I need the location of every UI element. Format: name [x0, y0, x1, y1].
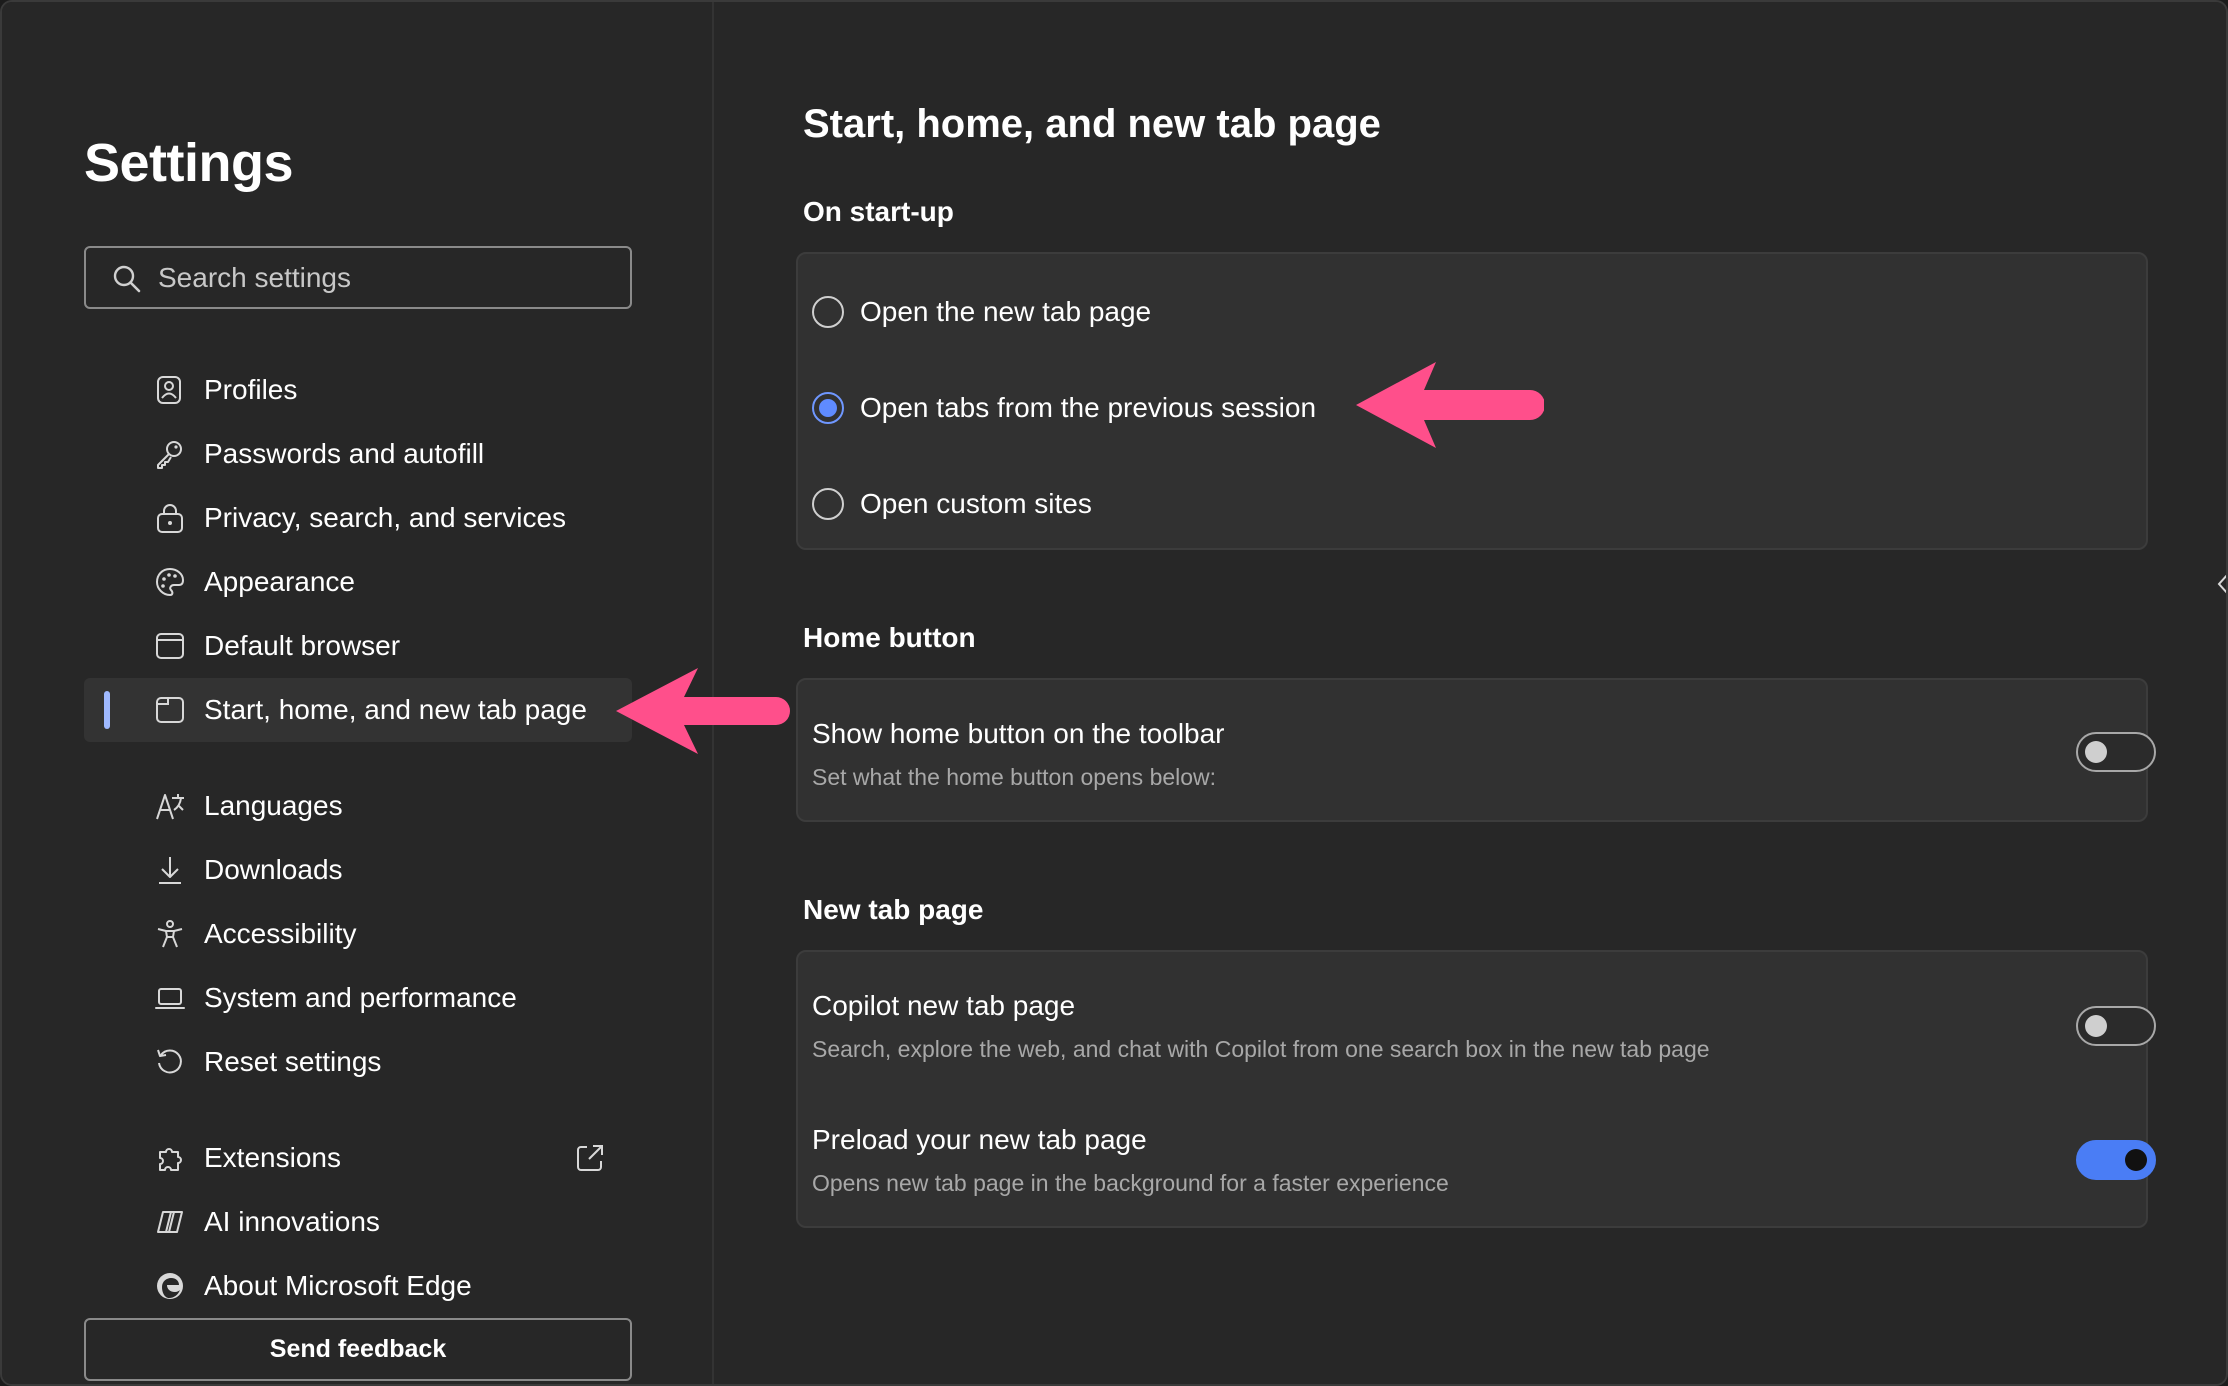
sidebar-item-label: Languages — [204, 790, 343, 821]
annotation-arrow-icon — [1356, 362, 1544, 448]
toggle-knob — [2085, 741, 2107, 763]
setting-title: Preload your new tab page — [812, 1124, 1147, 1155]
reset-icon — [157, 1049, 182, 1074]
sidebar-item-system[interactable]: System and performance — [84, 966, 632, 1030]
sidebar-item-extensions[interactable]: Extensions — [84, 1126, 632, 1190]
tab-page-icon — [156, 697, 184, 723]
search-icon — [113, 265, 141, 293]
home-button-card: Show home button on the toolbar Set what… — [796, 678, 2156, 822]
sidebar-item-about[interactable]: About Microsoft Edge — [84, 1254, 632, 1318]
sidebar-item-label: Accessibility — [204, 918, 357, 949]
radio-open-custom-sites[interactable]: Open custom sites — [812, 476, 1812, 532]
edge-logo-icon — [157, 1273, 183, 1299]
browser-window-icon — [156, 633, 184, 659]
sidebar-item-default-browser[interactable]: Default browser — [84, 614, 632, 678]
setting-title: Copilot new tab page — [812, 990, 1076, 1021]
sidebar-item-label: Profiles — [204, 374, 298, 405]
key-icon — [157, 441, 182, 469]
sidebar-item-label: Passwords and autofill — [204, 438, 485, 469]
sidebar-item-label: System and performance — [204, 982, 517, 1013]
radio-label: Open tabs from the previous session — [860, 392, 1317, 423]
annotation-arrow-icon — [616, 668, 790, 754]
sidebar-item-reset[interactable]: Reset settings — [84, 1030, 632, 1094]
copilot-new-tab-toggle[interactable] — [2076, 1006, 2156, 1046]
setting-description: Set what the home button opens below: — [812, 764, 1217, 790]
startup-heading: On start-up — [803, 196, 954, 227]
radio-open-new-tab[interactable]: Open the new tab page — [812, 284, 1812, 340]
sidebar-item-label: Downloads — [204, 854, 343, 885]
sidebar-item-label: AI innovations — [204, 1206, 380, 1237]
send-feedback-button[interactable]: Send feedback — [84, 1318, 632, 1381]
setting-title: Show home button on the toolbar — [812, 718, 1225, 749]
language-icon — [156, 794, 184, 820]
sidebar-item-label: Default browser — [204, 630, 401, 661]
sidebar-item-privacy[interactable]: Privacy, search, and services — [84, 486, 632, 550]
sidebar-item-profiles[interactable]: Profiles — [84, 358, 632, 422]
main-content: Start, home, and new tab page On start-u… — [714, 2, 2226, 1384]
radio-label: Open custom sites — [860, 488, 1092, 519]
sidebar-item-ai-innovations[interactable]: AI innovations — [84, 1190, 632, 1254]
home-button-heading: Home button — [803, 622, 976, 653]
sidebar-item-downloads[interactable]: Downloads — [84, 838, 632, 902]
sidebar-item-start-home-new-tab[interactable]: Start, home, and new tab page — [84, 678, 632, 742]
sidebar-item-appearance[interactable]: Appearance — [84, 550, 632, 614]
accessibility-icon — [157, 920, 183, 948]
toggle-knob — [2125, 1149, 2147, 1171]
sidebar-item-languages[interactable]: Languages — [84, 774, 632, 838]
sidebar-item-label: Reset settings — [204, 1046, 382, 1077]
radio-open-previous-session[interactable]: Open tabs from the previous session — [812, 380, 1812, 436]
download-icon — [159, 857, 181, 884]
sidebar-item-label: Extensions — [204, 1142, 341, 1173]
radio-button[interactable] — [812, 488, 844, 520]
palette-icon — [155, 567, 185, 597]
puzzle-icon — [159, 1148, 182, 1171]
page-title: Start, home, and new tab page — [803, 102, 1381, 146]
sidebar-item-label: Appearance — [204, 566, 356, 597]
new-tab-heading: New tab page — [803, 894, 984, 925]
lock-icon — [157, 504, 183, 533]
sidebar-item-passwords[interactable]: Passwords and autofill — [84, 422, 632, 486]
active-indicator — [104, 691, 110, 729]
search-input[interactable] — [158, 250, 618, 305]
preload-new-tab-toggle[interactable] — [2076, 1140, 2156, 1180]
sidebar: Settings Profiles Passwords a — [2, 2, 714, 1384]
collapse-handle-icon[interactable] — [2216, 572, 2228, 596]
sidebar-item-label: Start, home, and new tab page — [204, 694, 587, 725]
home-button-toggle[interactable] — [2076, 732, 2156, 772]
toggle-knob — [2085, 1015, 2107, 1037]
open-external-icon[interactable] — [574, 1142, 606, 1174]
sidebar-item-label: Privacy, search, and services — [204, 502, 567, 533]
settings-title: Settings — [84, 133, 294, 193]
search-box[interactable] — [84, 246, 632, 309]
copilot-icon — [157, 1211, 183, 1233]
new-tab-card: Copilot new tab page Search, explore the… — [796, 950, 2156, 1228]
setting-description: Opens new tab page in the background for… — [812, 1170, 1449, 1196]
sidebar-item-accessibility[interactable]: Accessibility — [84, 902, 632, 966]
radio-label: Open the new tab page — [860, 296, 1152, 327]
radio-button-selected[interactable] — [812, 392, 844, 424]
profile-icon — [157, 376, 181, 404]
laptop-icon — [155, 988, 185, 1009]
radio-button[interactable] — [812, 296, 844, 328]
setting-description: Search, explore the web, and chat with C… — [812, 1036, 1710, 1062]
sidebar-item-label: About Microsoft Edge — [204, 1270, 472, 1301]
settings-window: Settings Profiles Passwords a — [0, 0, 2228, 1386]
